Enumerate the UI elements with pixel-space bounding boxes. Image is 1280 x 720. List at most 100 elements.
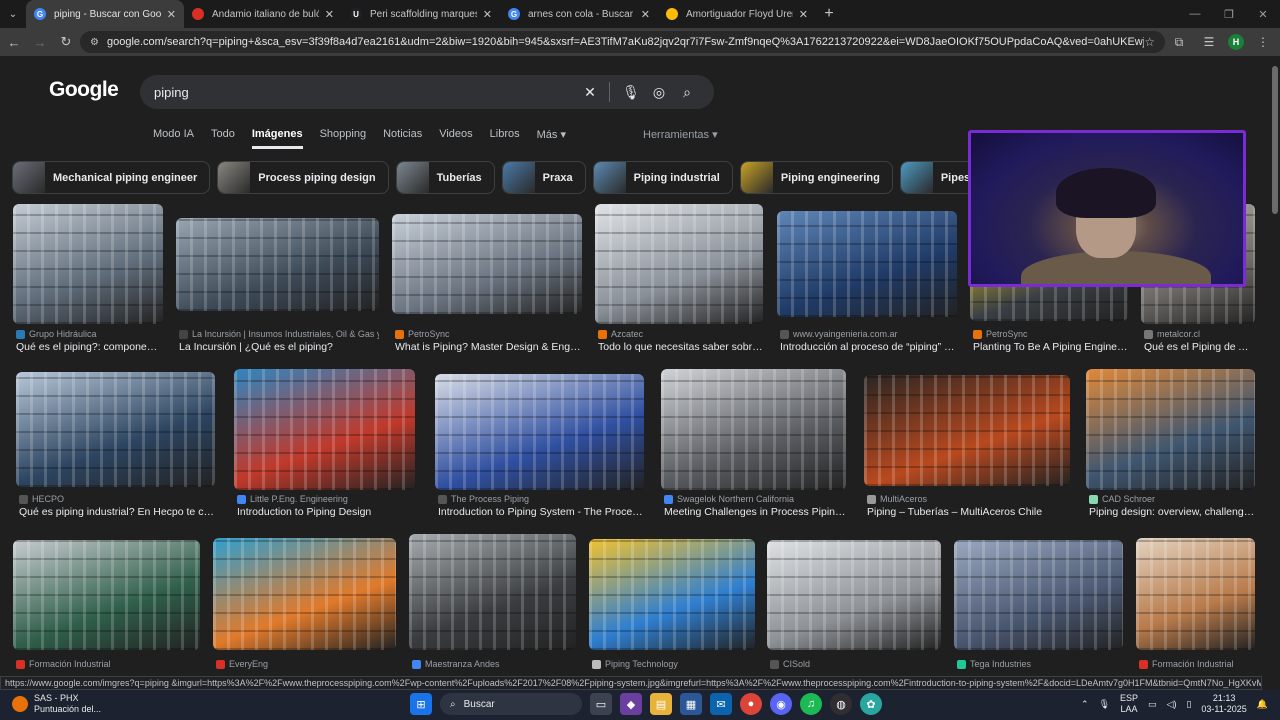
result-thumbnail[interactable]	[435, 374, 644, 490]
result-thumbnail[interactable]	[392, 214, 582, 314]
result-source[interactable]: MultiAceros	[867, 494, 1070, 504]
related-search-chip[interactable]: Piping industrial	[592, 161, 733, 194]
result-caption[interactable]: Introduction to Piping Design	[237, 506, 415, 518]
result-source[interactable]: Formación Industrial	[1139, 659, 1255, 669]
result-source[interactable]: metalcor.cl	[1144, 329, 1255, 339]
tab-close-icon[interactable]: ✕	[641, 8, 650, 21]
search-input[interactable]: piping	[154, 85, 575, 100]
browser-tab[interactable]: Andamio italiano de bulón ✕	[184, 0, 342, 28]
store-icon[interactable]: ▦	[680, 693, 702, 715]
result-source[interactable]: CISold	[770, 659, 941, 669]
browser-tab[interactable]: Amortiguador Floyd Urentano ✕	[658, 0, 816, 28]
taskbar-search[interactable]: ⌕ Buscar	[440, 693, 582, 715]
result-source[interactable]: Grupo Hidráulica	[16, 329, 163, 339]
result-source[interactable]: CAD Schroer	[1089, 494, 1255, 504]
volume-icon[interactable]: ◁)	[1167, 699, 1177, 710]
search-icon[interactable]: ⌕	[674, 79, 700, 105]
result-thumbnail[interactable]	[213, 538, 396, 650]
result-thumbnail[interactable]	[234, 369, 415, 490]
minimize-button[interactable]: —	[1178, 0, 1212, 28]
microphone-icon[interactable]: 🎙	[618, 79, 644, 105]
result-caption[interactable]: Meeting Challenges in Process Piping D..…	[664, 506, 846, 518]
clock[interactable]: 21:13 03-11-2025	[1201, 693, 1246, 715]
result-thumbnail[interactable]	[1136, 538, 1255, 650]
file-explorer-icon[interactable]: ▤	[650, 693, 672, 715]
browser-tab[interactable]: U Peri scaffolding marques riscal ✕	[342, 0, 500, 28]
related-search-chip[interactable]: Process piping design	[217, 161, 389, 194]
search-tab[interactable]: Noticias	[383, 128, 422, 149]
result-source[interactable]: EveryEng	[216, 659, 396, 669]
result-caption[interactable]: Introducción al proceso de “piping” - Vi…	[780, 341, 957, 353]
result-thumbnail[interactable]	[767, 540, 941, 650]
result-caption[interactable]: Piping design: overview, challenges ...	[1089, 506, 1255, 518]
result-source[interactable]: Swagelok Northern California	[664, 494, 846, 504]
search-tab[interactable]: Modo IA	[153, 128, 194, 149]
maximize-button[interactable]: ❐	[1212, 0, 1246, 28]
m365-icon[interactable]: ◆	[620, 693, 642, 715]
related-search-chip[interactable]: Praxa	[501, 161, 586, 194]
close-window-button[interactable]: ✕	[1246, 0, 1280, 28]
spotify-icon[interactable]: ♫	[800, 693, 822, 715]
result-source[interactable]: Little P.Eng. Engineering	[237, 494, 415, 504]
result-caption[interactable]: Planting To Be A Piping Enginee...	[973, 341, 1128, 353]
result-caption[interactable]: Todo lo que necesitas saber sobre l...	[598, 341, 763, 353]
browser-tab[interactable]: Gpiping - Buscar con Google ✕	[26, 0, 184, 28]
result-caption[interactable]: La Incursión | ¿Qué es el piping?	[179, 341, 379, 353]
result-thumbnail[interactable]	[13, 204, 163, 324]
result-source[interactable]: PetroSync	[395, 329, 582, 339]
address-bar[interactable]: ⚙ google.com/search?q=piping+&sca_esv=3f…	[80, 31, 1165, 53]
profile-avatar[interactable]: H	[1228, 34, 1244, 50]
tab-close-icon[interactable]: ✕	[483, 8, 492, 21]
result-thumbnail[interactable]	[864, 375, 1070, 486]
result-caption[interactable]: Piping – Tuberías – MultiAceros Chile	[867, 506, 1070, 518]
page-scrollbar[interactable]	[1270, 56, 1280, 676]
language-indicator[interactable]: ESP LAA	[1120, 693, 1138, 715]
task-view-icon[interactable]: ▭	[590, 693, 612, 715]
tools-menu[interactable]: Herramientas ▾	[643, 128, 718, 141]
result-thumbnail[interactable]	[777, 211, 957, 317]
app-globe-icon[interactable]: ✿	[860, 693, 882, 715]
tray-mic-icon[interactable]: 🎙	[1099, 699, 1110, 710]
network-icon[interactable]: ▭	[1148, 699, 1157, 710]
result-thumbnail[interactable]	[954, 540, 1123, 650]
result-caption[interactable]: What is Piping? Master Design & Engine..…	[395, 341, 582, 353]
lens-camera-icon[interactable]: ◎	[646, 79, 672, 105]
notifications-bell-icon[interactable]: 🔔	[1257, 699, 1268, 710]
bookmark-star-icon[interactable]: ☆	[1144, 35, 1155, 49]
tray-chevron-icon[interactable]: ⌃	[1081, 699, 1089, 710]
obs-icon[interactable]: ◍	[830, 693, 852, 715]
back-arrow-icon[interactable]: ←	[2, 30, 26, 54]
result-source[interactable]: Maestranza Andes	[412, 659, 576, 669]
start-windows-icon[interactable]: ⊞	[410, 693, 432, 715]
result-source[interactable]: Piping Technology	[592, 659, 755, 669]
search-box[interactable]: piping ✕ 🎙 ◎ ⌕	[140, 75, 714, 109]
result-source[interactable]: La Incursión | Insumos Industriales, Oil…	[179, 329, 379, 339]
discord-icon[interactable]: ◉	[770, 693, 792, 715]
site-info-icon[interactable]: ⚙	[90, 37, 99, 48]
google-logo[interactable]: Google	[49, 78, 119, 102]
new-tab-button[interactable]: +	[816, 0, 842, 28]
result-thumbnail[interactable]	[595, 204, 763, 324]
related-search-chip[interactable]: Tuberías	[395, 161, 495, 194]
result-caption[interactable]: Qué es piping industrial? En Hecpo te co…	[19, 506, 215, 518]
result-caption[interactable]: Qué es el piping?: componente...	[16, 341, 163, 353]
result-caption[interactable]: Qué es el Piping de Ac...	[1144, 341, 1255, 353]
tab-search-button[interactable]: ⌄	[0, 0, 26, 28]
result-source[interactable]: Azcatec	[598, 329, 763, 339]
related-search-chip[interactable]: Mechanical piping engineer	[12, 161, 211, 194]
result-thumbnail[interactable]	[16, 372, 215, 487]
tab-close-icon[interactable]: ✕	[799, 8, 808, 21]
reload-icon[interactable]: ↻	[54, 30, 78, 54]
result-source[interactable]: PetroSync	[973, 329, 1128, 339]
result-thumbnail[interactable]	[176, 218, 379, 311]
scrollbar-thumb[interactable]	[1272, 66, 1278, 214]
search-tab[interactable]: Videos	[439, 128, 472, 149]
forward-arrow-icon[interactable]: →	[28, 30, 52, 54]
reading-list-icon[interactable]: ☰	[1198, 30, 1220, 54]
search-tab[interactable]: Imágenes	[251, 128, 303, 149]
result-source[interactable]: www.vyaingenieria.com.ar	[780, 329, 957, 339]
battery-icon[interactable]: ▯	[1186, 699, 1191, 710]
result-thumbnail[interactable]	[589, 539, 755, 650]
result-thumbnail[interactable]	[1086, 369, 1255, 490]
result-source[interactable]: HECPO	[19, 494, 215, 504]
